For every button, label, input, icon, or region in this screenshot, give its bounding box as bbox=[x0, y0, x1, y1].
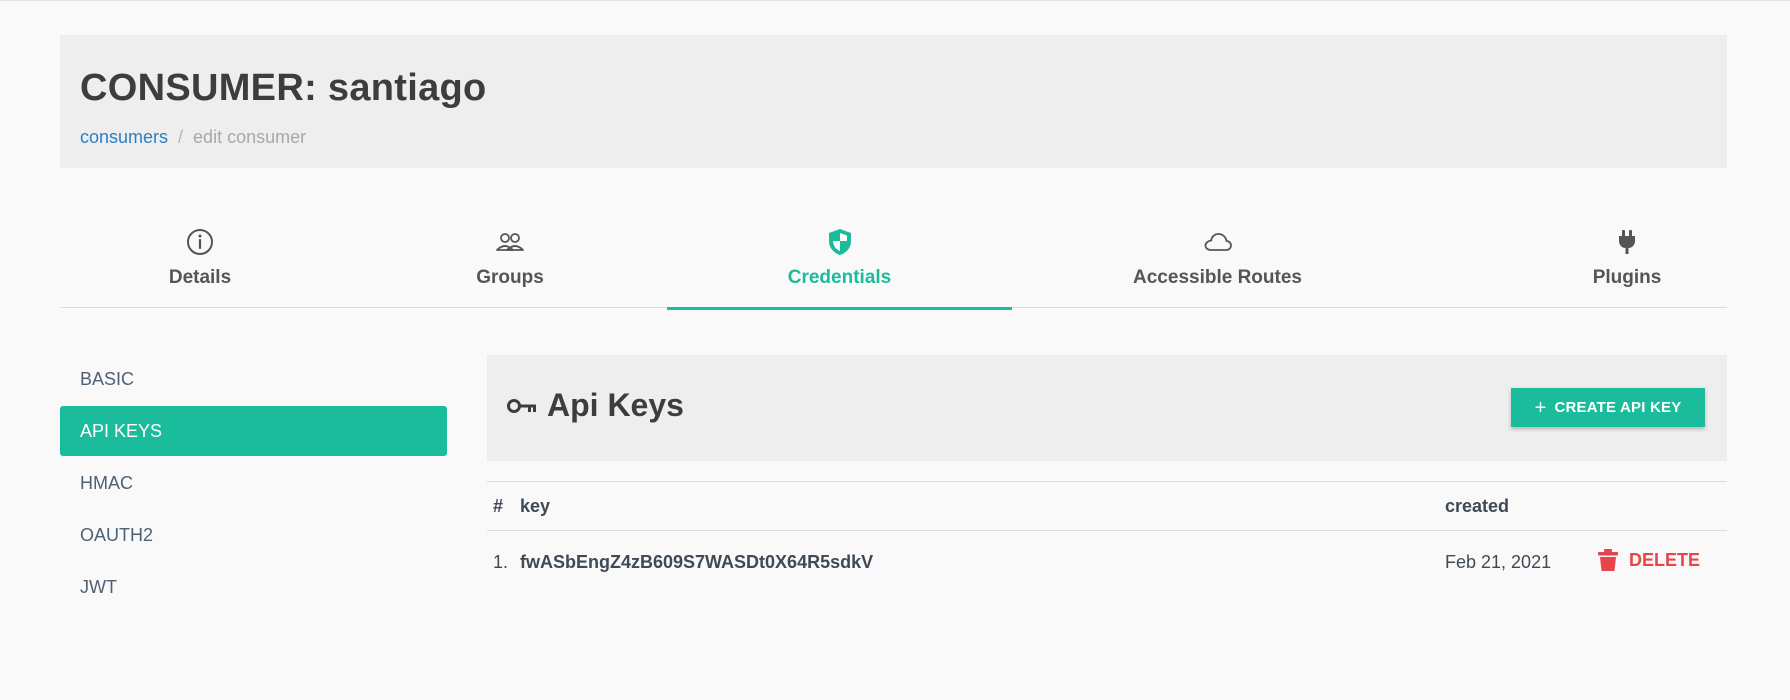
column-header-key: key bbox=[520, 481, 1445, 531]
cloud-icon bbox=[1204, 233, 1232, 251]
tab-label: Groups bbox=[476, 267, 544, 288]
row-actions: DELETE bbox=[1585, 531, 1727, 595]
api-key-value: fwASbEngZ4zB609S7WASDt0X64R5sdkV bbox=[520, 552, 874, 573]
info-icon bbox=[187, 229, 213, 255]
top-divider bbox=[0, 0, 1790, 1]
sidebar-item-jwt[interactable]: JWT bbox=[60, 562, 447, 612]
tab-credentials[interactable]: Credentials bbox=[667, 215, 1012, 310]
table-header-row: # key created bbox=[487, 481, 1727, 531]
sidebar-item-basic[interactable]: BASIC bbox=[60, 354, 447, 404]
table-row: 1. fwASbEngZ4zB609S7WASDt0X64R5sdkV Feb … bbox=[487, 531, 1727, 595]
tab-label: Plugins bbox=[1592, 267, 1662, 288]
panel-title: Api Keys bbox=[507, 387, 684, 424]
api-keys-panel-header: Api Keys + CREATE API KEY bbox=[487, 355, 1727, 461]
panel-title-text: Api Keys bbox=[547, 387, 684, 423]
tab-label: Details bbox=[168, 267, 232, 288]
breadcrumb-consumers-link[interactable]: consumers bbox=[80, 127, 168, 147]
tab-accessible-routes[interactable]: Accessible Routes bbox=[1110, 215, 1325, 308]
tab-label: Accessible Routes bbox=[1133, 267, 1302, 288]
column-header-created: created bbox=[1445, 481, 1585, 531]
tab-plugins[interactable]: Plugins bbox=[1557, 215, 1697, 308]
api-keys-table: # key created 1. fwASbEngZ4zB609S7WASDt0… bbox=[487, 481, 1727, 595]
plus-icon: + bbox=[1534, 396, 1547, 419]
delete-label: DELETE bbox=[1629, 549, 1701, 570]
sidebar-item-api-keys[interactable]: API KEYS bbox=[60, 406, 447, 456]
column-header-actions bbox=[1585, 481, 1727, 531]
tab-label: Credentials bbox=[787, 267, 892, 288]
sidebar-item-hmac[interactable]: HMAC bbox=[60, 458, 447, 508]
credentials-sidebar: BASIC API KEYS HMAC OAUTH2 JWT bbox=[60, 354, 447, 614]
sidebar-item-oauth2[interactable]: OAUTH2 bbox=[60, 510, 447, 560]
column-header-number: # bbox=[487, 481, 520, 531]
consumer-tabs: Details Groups Credentials Accessible Ro… bbox=[60, 215, 1727, 310]
create-api-key-label: CREATE API KEY bbox=[1554, 399, 1682, 416]
breadcrumb: consumers / edit consumer bbox=[80, 127, 306, 148]
trash-icon bbox=[1598, 549, 1618, 572]
users-icon bbox=[496, 233, 524, 251]
delete-button[interactable]: DELETE bbox=[1597, 548, 1700, 572]
create-api-key-button[interactable]: + CREATE API KEY bbox=[1511, 388, 1705, 427]
created-date: Feb 21, 2021 bbox=[1445, 552, 1552, 573]
shield-icon bbox=[828, 229, 851, 255]
page-header: CONSUMER: santiago consumers / edit consum… bbox=[60, 35, 1727, 168]
page-title: CONSUMER: santiago bbox=[80, 67, 487, 109]
key-icon bbox=[507, 398, 536, 413]
row-number: 1. bbox=[493, 552, 509, 573]
breadcrumb-current: edit consumer bbox=[193, 127, 307, 147]
breadcrumb-separator: / bbox=[178, 127, 184, 147]
plug-icon bbox=[1619, 230, 1635, 254]
tab-groups[interactable]: Groups bbox=[440, 215, 580, 308]
tab-details[interactable]: Details bbox=[130, 215, 270, 308]
